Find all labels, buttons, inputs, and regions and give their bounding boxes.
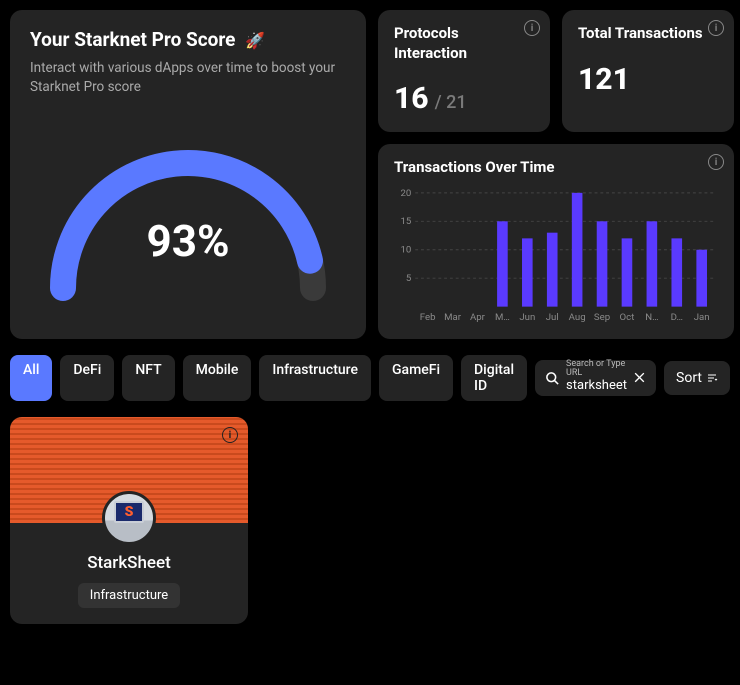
filter-chips: AllDeFiNFTMobileInfrastructureGameFiDigi… <box>10 355 527 401</box>
search-input[interactable]: starksheet <box>566 378 627 394</box>
svg-text:Oct: Oct <box>620 312 635 323</box>
svg-text:10: 10 <box>401 245 412 256</box>
filter-chip-digital-id[interactable]: Digital ID <box>461 355 527 401</box>
protocols-label: Protocols Interaction <box>394 24 534 63</box>
svg-text:Feb: Feb <box>420 312 436 323</box>
info-icon[interactable]: i <box>708 154 724 170</box>
info-icon[interactable]: i <box>524 20 540 36</box>
svg-text:Aug: Aug <box>569 312 586 323</box>
filters-row: AllDeFiNFTMobileInfrastructureGameFiDigi… <box>10 355 730 401</box>
svg-text:Jan: Jan <box>694 312 710 323</box>
transactions-label: Total Transactions <box>578 24 718 44</box>
avatar-letter: S <box>125 504 134 520</box>
result-name: StarkSheet <box>26 553 232 573</box>
transactions-value: 121 <box>578 62 630 97</box>
search-icon <box>545 371 560 386</box>
result-card[interactable]: i S StarkSheet Infrastructure <box>10 417 248 624</box>
result-tag: Infrastructure <box>78 583 180 608</box>
sort-button[interactable]: Sort <box>664 361 730 395</box>
svg-text:15: 15 <box>401 216 412 227</box>
svg-text:Apr: Apr <box>470 312 486 323</box>
protocols-card: i Protocols Interaction 16 / 21 <box>378 10 550 132</box>
svg-text:M…: M… <box>495 312 510 323</box>
search-box[interactable]: Search or Type URL starksheet <box>535 360 656 396</box>
filter-chip-defi[interactable]: DeFi <box>60 355 114 401</box>
chart-card: i Transactions Over Time 5 10 15 20 Feb Mar Ap… <box>378 144 734 339</box>
info-icon[interactable]: i <box>708 20 724 36</box>
info-icon[interactable]: i <box>222 427 238 443</box>
rocket-icon: 🚀 <box>245 31 265 50</box>
sort-icon <box>706 372 718 384</box>
svg-text:N…: N… <box>645 312 658 323</box>
bar-chart: 5 10 15 20 Feb Mar Apr M… Jun Jul Aug Sep Oct N… D… Jan <box>394 184 718 329</box>
clear-icon[interactable] <box>633 369 646 388</box>
svg-text:Jun: Jun <box>519 312 535 323</box>
protocols-total: / 21 <box>435 92 467 113</box>
svg-text:D…: D… <box>671 312 683 323</box>
transactions-card: i Total Transactions 121 <box>562 10 734 132</box>
svg-text:Jul: Jul <box>546 312 559 323</box>
svg-text:Sep: Sep <box>594 312 610 323</box>
score-title: Your Starknet Pro Score <box>30 28 235 51</box>
sort-label: Sort <box>676 370 702 386</box>
svg-text:Mar: Mar <box>444 312 462 323</box>
svg-text:5: 5 <box>406 273 412 284</box>
protocols-value: 16 <box>394 81 429 116</box>
search-placeholder: Search or Type URL <box>566 360 627 378</box>
filter-chip-mobile[interactable]: Mobile <box>183 355 252 401</box>
filter-chip-gamefi[interactable]: GameFi <box>379 355 453 401</box>
filter-chip-infrastructure[interactable]: Infrastructure <box>259 355 371 401</box>
score-value: 93% <box>146 215 229 267</box>
svg-text:20: 20 <box>401 188 412 199</box>
score-card: Your Starknet Pro Score 🚀 Interact with … <box>10 10 366 339</box>
score-subtitle: Interact with various dApps over time to… <box>30 59 346 97</box>
filter-chip-nft[interactable]: NFT <box>122 355 174 401</box>
result-avatar: S <box>102 491 156 545</box>
filter-chip-all[interactable]: All <box>10 355 52 401</box>
chart-title: Transactions Over Time <box>394 158 718 176</box>
